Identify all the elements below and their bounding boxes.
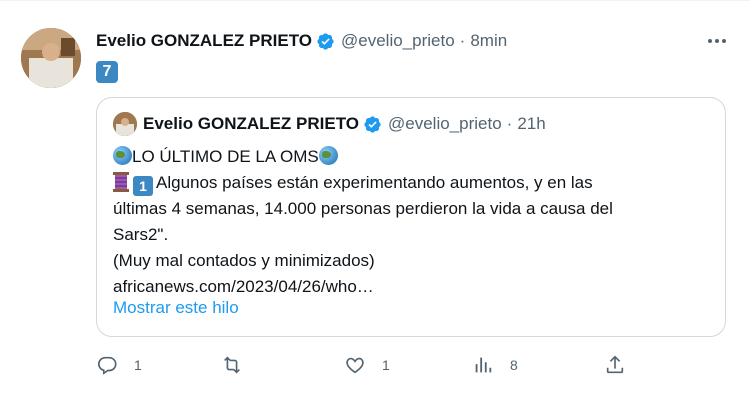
quoted-author-name: Evelio GONZALEZ PRIETO [143, 114, 359, 133]
globe-icon [113, 146, 132, 165]
retweet-icon [224, 356, 240, 374]
like-count: 1 [382, 357, 390, 373]
quoted-link[interactable]: africanews.com/2023/04/26/who… [113, 274, 713, 300]
quoted-line-4: Sars2". [113, 225, 169, 244]
more-icon[interactable] [706, 32, 728, 50]
quoted-line-3: últimas 4 semanas, 14.000 personas perdi… [113, 199, 613, 218]
reply-count: 1 [134, 357, 142, 373]
author-handle[interactable]: @evelio_prieto [341, 31, 455, 51]
quoted-tweet-card[interactable]: Evelio GONZALEZ PRIETO @evelio_prieto · … [96, 97, 726, 337]
quoted-line-2: 1 Algunos países están experimentando aum… [113, 170, 713, 196]
quoted-line-1: LO ÚLTIMO DE LA OMS [113, 144, 713, 170]
keycap-7-icon: 7 [96, 61, 118, 83]
tweet-time[interactable]: 8min [470, 31, 507, 51]
quoted-author-avatar [113, 112, 137, 136]
spool-icon [113, 172, 129, 192]
quoted-text-2: Algunos países están experimentando aume… [156, 173, 593, 192]
tweet-header: Evelio GONZALEZ PRIETO @evelio_prieto · … [96, 30, 507, 52]
author-name[interactable]: Evelio GONZALEZ PRIETO [96, 31, 312, 51]
quoted-tweet-text: LO ÚLTIMO DE LA OMS 1 Algunos países está… [113, 144, 713, 300]
author-avatar[interactable] [21, 28, 81, 88]
tweet-text: 7 [102, 63, 112, 80]
quoted-tweet-header: Evelio GONZALEZ PRIETO @evelio_prieto · … [113, 112, 546, 136]
views-button[interactable]: 8 [472, 354, 518, 376]
quoted-author-handle: @evelio_prieto [388, 114, 502, 133]
like-button[interactable]: 1 [344, 354, 390, 376]
separator-dot: · [506, 114, 513, 133]
share-icon [606, 355, 624, 374]
show-thread-link[interactable]: Mostrar este hilo [113, 298, 239, 318]
retweet-button[interactable] [221, 354, 259, 376]
verified-badge-icon [317, 32, 334, 50]
verified-badge-icon [364, 115, 381, 133]
reply-button[interactable]: 1 [96, 354, 142, 376]
quoted-line-5: (Muy mal contados y minimizados) [113, 251, 375, 270]
top-divider [0, 0, 750, 1]
quoted-headline: LO ÚLTIMO DE LA OMS [132, 147, 319, 166]
separator-dot: · [459, 31, 466, 50]
reply-icon [98, 356, 117, 375]
like-icon [346, 357, 364, 374]
globe-icon [318, 146, 338, 165]
share-button[interactable] [604, 354, 626, 376]
quoted-tweet-time: 21h [517, 114, 546, 133]
tweet-actions-bar: 1 1 8 [96, 354, 636, 380]
views-count: 8 [510, 357, 518, 373]
keycap-1-icon: 1 [133, 176, 153, 196]
views-icon [475, 357, 492, 373]
